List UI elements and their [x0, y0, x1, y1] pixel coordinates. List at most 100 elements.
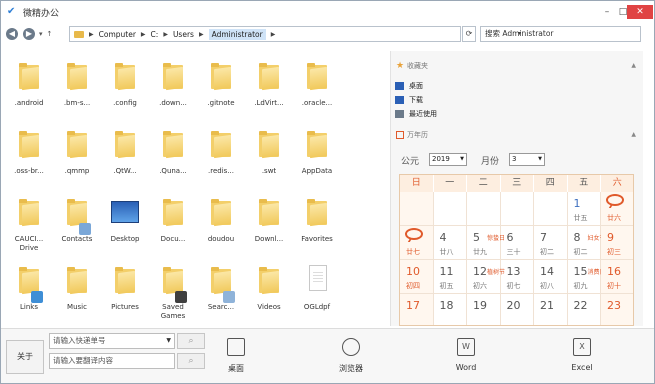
file-item[interactable]: Desktop	[101, 187, 149, 253]
excel-tool-button[interactable]: X Excel	[552, 335, 612, 379]
calendar-day[interactable]: 13 初七	[500, 260, 534, 294]
back-button[interactable]: ◀	[6, 28, 18, 40]
desktop-tool-button[interactable]: 桌面	[206, 335, 266, 379]
calendar-day[interactable]: 4 廿八	[433, 226, 467, 260]
chevron-down-icon[interactable]: ▼	[166, 334, 171, 348]
file-item[interactable]: doudou	[197, 187, 245, 253]
calendar-day	[433, 192, 467, 226]
file-icon	[309, 265, 327, 291]
file-item[interactable]: .Quna...	[149, 119, 197, 185]
forward-button[interactable]: ▶	[23, 28, 35, 40]
file-item[interactable]: .oss-br...	[5, 119, 53, 185]
file-item[interactable]: Links	[5, 255, 53, 321]
calendar-day[interactable]: 20	[501, 294, 534, 325]
translate-input[interactable]: 请输入要翻译内容	[49, 353, 175, 369]
file-item[interactable]: .bm-s...	[53, 51, 101, 117]
month-select[interactable]: 3 ▼	[509, 153, 545, 166]
favorite-item-recent[interactable]: 最近使用	[395, 108, 437, 120]
file-item[interactable]: .down...	[149, 51, 197, 117]
file-item[interactable]: OGLdpf	[293, 255, 341, 321]
browser-tool-button[interactable]: 浏览器	[321, 335, 381, 379]
file-label: Contacts	[61, 235, 93, 243]
file-item[interactable]: Videos	[245, 255, 293, 321]
year-select[interactable]: 2019 ▼	[429, 153, 467, 166]
calendar-day[interactable]: 15 消费日 初九	[567, 260, 606, 294]
calendar-day	[467, 192, 501, 226]
refresh-button[interactable]: ⟳	[462, 26, 476, 42]
calendar-day[interactable]: 23	[601, 294, 633, 325]
calendar-day[interactable]: 8 妇女节 初二	[567, 226, 606, 260]
file-item[interactable]: .config	[101, 51, 149, 117]
translate-search-button[interactable]: ⌕	[177, 353, 205, 369]
express-number-input[interactable]: 请输入快递单号 ▼	[49, 333, 175, 349]
file-item[interactable]: .qmmp	[53, 119, 101, 185]
about-button[interactable]: 关于	[6, 340, 44, 374]
calendar-day[interactable]: 1 廿五	[567, 192, 601, 226]
close-button[interactable]: ✕	[627, 5, 653, 19]
file-item[interactable]: AppData	[293, 119, 341, 185]
favorites-header[interactable]: ★ 收藏夹 ▲	[391, 59, 644, 73]
express-search-button[interactable]: ⌕	[177, 333, 205, 349]
favorite-item-desktop[interactable]: 桌面	[395, 80, 423, 92]
calendar-day[interactable]: 12 植树节 初六	[467, 260, 505, 294]
folder-icon	[67, 131, 87, 159]
file-item[interactable]: .redis...	[197, 119, 245, 185]
search-icon: ⌕	[188, 336, 194, 346]
calendar-day	[400, 192, 434, 226]
calendar-day[interactable]: 17	[400, 294, 434, 325]
folder-icon	[307, 199, 327, 227]
chevron-down-icon: ▼	[538, 156, 542, 162]
collapse-icon[interactable]: ▲	[631, 59, 636, 73]
calendar-day[interactable]: 7 初二	[534, 226, 568, 260]
breadcrumb-drive[interactable]: C:	[151, 30, 159, 39]
file-item[interactable]: Music	[53, 255, 101, 321]
calendar-day[interactable]: 14 初八	[534, 260, 568, 294]
file-item[interactable]: .QtW...	[101, 119, 149, 185]
file-item[interactable]: .oracle...	[293, 51, 341, 117]
file-label: .android	[14, 99, 44, 107]
file-item[interactable]: Pictures	[101, 255, 149, 321]
file-item[interactable]: .swt	[245, 119, 293, 185]
file-item[interactable]: CAUCI... Drive	[5, 187, 53, 253]
month-value: 3	[512, 155, 517, 163]
favorite-item-downloads[interactable]: 下载	[395, 94, 423, 106]
express-placeholder: 请输入快递单号	[53, 336, 106, 345]
search-input[interactable]: 搜索 Administrator	[480, 26, 641, 42]
breadcrumb-computer[interactable]: Computer	[99, 30, 136, 39]
collapse-icon[interactable]: ▲	[631, 128, 636, 142]
word-tool-button[interactable]: W Word	[436, 335, 496, 379]
file-label: .swt	[261, 167, 277, 175]
file-item[interactable]: Saved Games	[149, 255, 197, 321]
chevron-right-icon: ▶	[140, 30, 146, 38]
calendar-day[interactable]: 廿六	[601, 192, 633, 226]
breadcrumb-administrator[interactable]: Administrator	[208, 28, 266, 40]
history-dropdown-icon[interactable]: ▾	[39, 30, 43, 38]
calendar-header[interactable]: 万年历 ▲	[391, 128, 644, 142]
file-item[interactable]: Downl...	[245, 187, 293, 253]
calendar-day[interactable]: 10 初四	[400, 260, 434, 294]
calendar-day[interactable]: 21	[534, 294, 568, 325]
calendar-day[interactable]: 22	[568, 294, 601, 325]
calendar-day[interactable]: 16 初十	[601, 260, 633, 294]
calendar-day[interactable]: 9 初三	[601, 226, 633, 260]
file-label: doudou	[207, 235, 235, 243]
calendar-day[interactable]: 6 三十	[500, 226, 534, 260]
file-item[interactable]: Favorites	[293, 187, 341, 253]
calendar-day[interactable]: 廿七	[400, 226, 434, 260]
calendar-day[interactable]: 5 惊蛰日 廿九	[467, 226, 505, 260]
calendar-day[interactable]: 11 初五	[433, 260, 467, 294]
file-item[interactable]: Contacts	[53, 187, 101, 253]
up-button[interactable]: ↑	[47, 30, 53, 38]
calendar-day[interactable]: 18	[434, 294, 467, 325]
file-item[interactable]: .gitnote	[197, 51, 245, 117]
file-item[interactable]: .LdVirt...	[245, 51, 293, 117]
weekday-header: 四	[534, 175, 568, 192]
day-number: 10	[406, 265, 420, 278]
address-bar[interactable]: ▶ Computer ▶ C: ▶ Users ▶ Administrator …	[69, 26, 521, 42]
file-item[interactable]: .android	[5, 51, 53, 117]
calendar-day[interactable]: 19	[467, 294, 501, 325]
file-item[interactable]: Docu...	[149, 187, 197, 253]
day-number: 22	[573, 299, 588, 312]
file-item[interactable]: Searc...	[197, 255, 245, 321]
breadcrumb-users[interactable]: Users	[173, 30, 194, 39]
